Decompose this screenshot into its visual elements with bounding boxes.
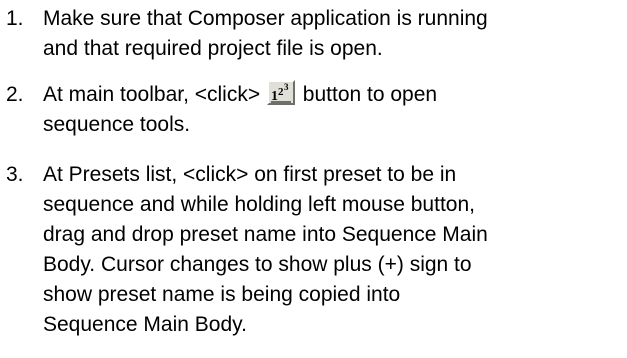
step-text: At main toolbar, <click> 123 button to o…: [43, 80, 623, 140]
step-text-line: show preset name is being copied into: [43, 283, 401, 306]
step-text-line: At Presets list, <click> on first preset…: [43, 163, 457, 186]
step-text-line: Sequence Main Body.: [43, 313, 247, 336]
instruction-list: 1. Make sure that Composer application i…: [0, 0, 627, 358]
step-text-line: sequence and while holding left mouse bu…: [43, 193, 475, 216]
step-text: Make sure that Composer application is r…: [43, 4, 623, 64]
step-text-fragment: button to open: [302, 83, 438, 106]
step-text-fragment: At main toolbar, <click>: [43, 83, 261, 106]
svg-text:1: 1: [271, 89, 278, 103]
step-text-line: sequence tools.: [43, 113, 191, 136]
step-text-line: Body. Cursor changes to show plus (+) si…: [43, 253, 472, 276]
step-text-line: Make sure that Composer application is r…: [43, 7, 488, 30]
step-text-line: At main toolbar, <click> 123 button to o…: [43, 80, 623, 110]
step-number: 1.: [6, 7, 24, 30]
svg-text:3: 3: [284, 82, 289, 92]
step-text-line: and that required project file is open.: [43, 37, 383, 60]
sequence-tools-icon: 123: [266, 80, 295, 105]
step-number: 3.: [6, 163, 24, 186]
step-number: 2.: [6, 83, 24, 106]
step-text-line: drag and drop preset name into Sequence …: [43, 223, 488, 246]
step-text: At Presets list, <click> on first preset…: [43, 160, 623, 340]
